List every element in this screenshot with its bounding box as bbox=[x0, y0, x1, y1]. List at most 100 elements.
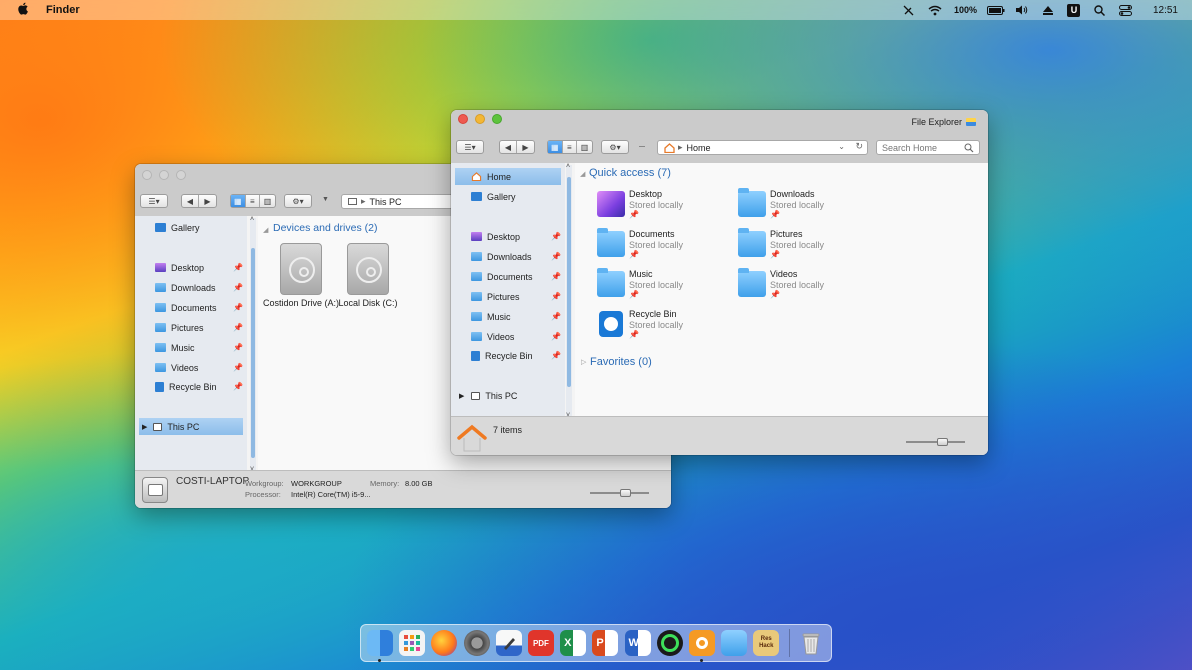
pdf-app-icon[interactable]: PDF bbox=[527, 630, 554, 656]
chevron-down-icon[interactable]: ⌄ bbox=[838, 142, 845, 151]
control-center-icon[interactable] bbox=[1113, 0, 1139, 20]
orange-app-icon[interactable] bbox=[688, 630, 715, 662]
dropdown-arrow-icon[interactable]: ▼ bbox=[322, 196, 329, 203]
resource-hacker-icon[interactable]: Res Hack bbox=[753, 630, 780, 656]
sidebar-item-videos[interactable]: Videos 📌 bbox=[451, 328, 565, 345]
icon-view-button[interactable]: ▦ bbox=[231, 195, 246, 207]
forward-button[interactable]: ▶ bbox=[517, 141, 534, 153]
pin-icon[interactable]: 📌 bbox=[770, 250, 780, 259]
pin-icon[interactable]: 📌 bbox=[770, 210, 780, 219]
trash-icon[interactable] bbox=[798, 630, 824, 656]
eject-icon[interactable] bbox=[1035, 0, 1061, 20]
quick-access-item-desktop[interactable]: Desktop Stored locally 📌 bbox=[597, 189, 727, 225]
launchpad-icon[interactable] bbox=[399, 630, 426, 656]
pin-icon[interactable]: 📌 bbox=[233, 303, 243, 312]
battery-icon[interactable] bbox=[983, 0, 1009, 20]
gauge-app-icon[interactable] bbox=[656, 630, 683, 656]
favorites-header[interactable]: Favorites (0) bbox=[590, 356, 652, 368]
sidebar-item-recycle-bin[interactable]: Recycle Bin 📌 bbox=[135, 378, 247, 395]
drive-label[interactable]: Local Disk (C:) bbox=[328, 298, 408, 308]
sidebar-scrollbar[interactable]: ˄ ˅ bbox=[250, 216, 256, 473]
sidebar-item-music[interactable]: Music 📌 bbox=[135, 339, 247, 356]
pin-icon[interactable]: 📌 bbox=[233, 343, 243, 352]
sidebar-scrollbar[interactable]: ˄ ˅ bbox=[566, 163, 572, 419]
sidebar-item-music[interactable]: Music 📌 bbox=[451, 308, 565, 325]
icon-view-button[interactable]: ▦ bbox=[548, 141, 563, 153]
scrollbar-thumb[interactable] bbox=[567, 177, 571, 387]
sidebar-item-pictures[interactable]: Pictures 📌 bbox=[135, 319, 247, 336]
list-view-button[interactable]: ≡ bbox=[563, 141, 578, 153]
close-button[interactable] bbox=[458, 114, 468, 124]
sidebar-item-documents[interactable]: Documents 📌 bbox=[135, 299, 247, 316]
pin-icon[interactable]: 📌 bbox=[551, 351, 561, 360]
sidebar-item-downloads[interactable]: Downloads 📌 bbox=[451, 248, 565, 265]
back-button[interactable]: ◀ bbox=[182, 195, 199, 207]
powerpoint-icon[interactable]: P bbox=[592, 630, 619, 656]
sidebar-item-home[interactable]: Home bbox=[455, 168, 561, 185]
sidebar-item-this-pc[interactable]: ▶ This PC bbox=[451, 387, 565, 404]
volume-icon[interactable] bbox=[1009, 0, 1035, 20]
forward-button[interactable]: ▶ bbox=[199, 195, 216, 207]
collapse-arrow-icon[interactable]: ◢ bbox=[580, 170, 585, 178]
pin-icon[interactable]: 📌 bbox=[233, 263, 243, 272]
excel-icon[interactable]: X bbox=[560, 630, 587, 656]
sidebar-item-desktop[interactable]: Desktop 📌 bbox=[135, 259, 247, 276]
quick-access-item-pictures[interactable]: Pictures Stored locally 📌 bbox=[738, 228, 868, 265]
apple-icon[interactable] bbox=[16, 2, 30, 18]
pin-icon[interactable]: 📌 bbox=[551, 332, 561, 341]
user-badge-icon[interactable]: U bbox=[1061, 0, 1087, 20]
sidebar-item-pictures[interactable]: Pictures 📌 bbox=[451, 288, 565, 305]
zoom-slider[interactable] bbox=[906, 438, 965, 446]
quick-access-item-videos[interactable]: Videos Stored locally 📌 bbox=[738, 268, 868, 305]
scroll-up-icon[interactable]: ˄ bbox=[566, 163, 570, 170]
zoom-button[interactable] bbox=[492, 114, 502, 124]
refresh-icon[interactable]: ↻ bbox=[855, 141, 863, 152]
action-menu-button[interactable]: ⚙▾ bbox=[601, 140, 629, 154]
system-settings-icon[interactable] bbox=[463, 630, 490, 656]
pin-icon[interactable]: 📌 bbox=[233, 323, 243, 332]
drive-c-icon[interactable] bbox=[347, 243, 389, 295]
word-icon[interactable]: W bbox=[624, 630, 651, 656]
pin-icon[interactable]: 📌 bbox=[551, 312, 561, 321]
wifi-icon[interactable] bbox=[922, 0, 948, 20]
pin-icon[interactable]: 📌 bbox=[629, 330, 639, 339]
menubar-clock[interactable]: 12:51 bbox=[1153, 5, 1178, 16]
quick-access-item-documents[interactable]: Documents Stored locally 📌 bbox=[597, 228, 727, 265]
view-options-button[interactable]: ☰▾ bbox=[140, 194, 168, 208]
pin-icon[interactable]: 📌 bbox=[629, 210, 639, 219]
view-options-button[interactable]: ☰▾ bbox=[456, 140, 484, 154]
pin-icon[interactable]: 📌 bbox=[551, 252, 561, 261]
pin-icon[interactable]: 📌 bbox=[551, 292, 561, 301]
finder-icon[interactable] bbox=[367, 630, 393, 662]
action-menu-button[interactable]: ⚙▾ bbox=[284, 194, 312, 208]
folder-app-icon[interactable] bbox=[721, 630, 748, 656]
expand-arrow-icon[interactable]: ▶ bbox=[142, 423, 147, 431]
pen-off-icon[interactable] bbox=[896, 0, 922, 20]
pin-icon[interactable]: 📌 bbox=[770, 290, 780, 299]
sidebar-item-documents[interactable]: Documents 📌 bbox=[451, 268, 565, 285]
zoom-slider-knob[interactable] bbox=[937, 438, 948, 446]
pin-icon[interactable]: 📌 bbox=[233, 382, 243, 391]
scroll-up-icon[interactable]: ˄ bbox=[250, 216, 254, 223]
sidebar-item-this-pc[interactable]: ▶ This PC bbox=[139, 418, 243, 435]
expand-arrow-icon[interactable]: ▶ bbox=[459, 392, 464, 400]
quick-access-header[interactable]: Quick access (7) bbox=[589, 167, 671, 179]
list-view-button[interactable]: ≡ bbox=[246, 195, 261, 207]
column-view-button[interactable]: ▥ bbox=[260, 195, 275, 207]
close-button[interactable] bbox=[142, 170, 152, 180]
pin-icon[interactable]: 📌 bbox=[233, 283, 243, 292]
pin-icon[interactable]: 📌 bbox=[629, 290, 639, 299]
sidebar-item-gallery[interactable]: Gallery bbox=[451, 188, 565, 205]
active-app-name[interactable]: Finder bbox=[46, 4, 80, 16]
scrollbar-thumb[interactable] bbox=[251, 248, 255, 458]
sidebar-item-recycle-bin[interactable]: Recycle Bin 📌 bbox=[451, 347, 565, 364]
search-icon[interactable] bbox=[1087, 0, 1113, 20]
quick-access-item-music[interactable]: Music Stored locally 📌 bbox=[597, 268, 727, 305]
pin-icon[interactable]: 📌 bbox=[551, 232, 561, 241]
title-bar[interactable] bbox=[451, 110, 988, 163]
sidebar-item-downloads[interactable]: Downloads 📌 bbox=[135, 279, 247, 296]
expand-arrow-icon[interactable]: ▷ bbox=[581, 358, 586, 366]
sidebar-item-desktop[interactable]: Desktop 📌 bbox=[451, 228, 565, 245]
address-bar[interactable]: ▸ Home ⌄ ↻ bbox=[657, 140, 868, 155]
sidebar-item-videos[interactable]: Videos 📌 bbox=[135, 359, 247, 376]
